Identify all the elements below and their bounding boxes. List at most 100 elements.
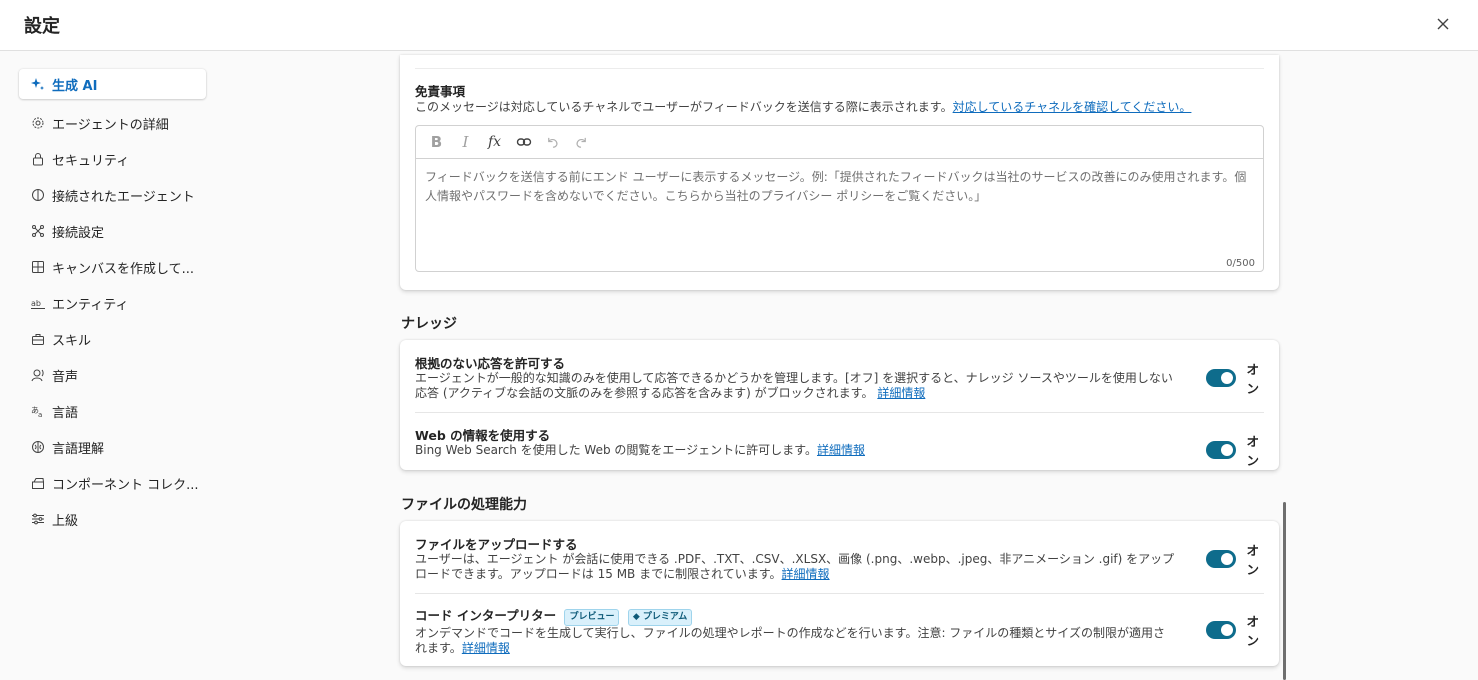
toggle-label: オン — [1246, 434, 1259, 468]
sidebar-item-label: 接続されたエージェント — [52, 189, 195, 205]
section-title-files: ファイルの処理能力 — [401, 497, 527, 513]
sidebar-item-label: キャンバスを作成して... — [52, 261, 195, 277]
setting-title-row: コード インタープリター プレビュー ◆ プレミアム — [415, 605, 693, 626]
voice-icon — [31, 368, 45, 382]
sidebar-item-connected-agents[interactable]: 接続されたエージェント — [19, 177, 206, 213]
sidebar-item-label: コンポーネント コレク... — [52, 477, 199, 493]
page-title: 設定 — [24, 16, 60, 37]
toggle-label: オン — [1246, 362, 1259, 396]
sidebar-item-component-collections[interactable]: コンポーネント コレク... — [19, 465, 206, 501]
setting-description-text: エージェントが一般的な知識のみを使用して応答できるかどうかを管理します。[オフ]… — [415, 371, 1173, 400]
link-icon[interactable] — [509, 130, 538, 154]
setting-description: ユーザーは、エージェント が会話に使用できる .PDF、.TXT、.CSV、.X… — [415, 552, 1175, 582]
lock-icon — [31, 152, 45, 166]
disclaimer-description: このメッセージは対応しているチャネルでユーザーがフィードバックを送信する際に表示… — [415, 100, 1264, 115]
sidebar-item-label: 言語 — [52, 405, 79, 421]
sidebar-item-label: エンティティ — [52, 297, 129, 313]
sidebar-item-label: 接続設定 — [52, 225, 105, 241]
divider — [415, 593, 1264, 594]
scrollbar[interactable] — [1283, 502, 1286, 680]
bold-icon[interactable]: B — [422, 130, 451, 154]
sidebar-item-skills[interactable]: スキル — [19, 321, 206, 357]
connection-icon — [31, 224, 45, 238]
diamond-icon: ◆ — [632, 612, 640, 622]
sidebar-item-entities[interactable]: ab エンティティ — [19, 285, 206, 321]
editor-toolbar: B I fx — [416, 126, 1263, 159]
upload-toggle[interactable]: オン — [1206, 540, 1267, 578]
sidebar-item-label: 上級 — [52, 513, 79, 529]
toggle-label: オン — [1246, 614, 1259, 648]
sidebar-item-label: エージェントの詳細 — [52, 117, 169, 133]
character-counter: 0/500 — [1226, 258, 1255, 269]
sidebar-item-label: スキル — [52, 333, 92, 349]
divider — [415, 68, 1264, 69]
sidebar-item-canvas[interactable]: キャンバスを作成して... — [19, 249, 206, 285]
disclaimer-title: 免責事項 — [415, 84, 466, 99]
undo-icon[interactable] — [538, 130, 567, 154]
sidebar-item-label: 生成 AI — [52, 78, 98, 94]
files-card: ファイルをアップロードする ユーザーは、エージェント が会話に使用できる .PD… — [400, 521, 1279, 666]
sidebar-item-connection-settings[interactable]: 接続設定 — [19, 213, 206, 249]
box-icon — [31, 476, 45, 490]
entity-icon: ab — [31, 296, 45, 310]
learn-more-link[interactable]: 詳細情報 — [817, 443, 865, 457]
learn-more-link[interactable]: 詳細情報 — [462, 641, 510, 655]
sidebar-item-generative-ai[interactable]: 生成 AI — [19, 69, 206, 99]
premium-badge: ◆ プレミアム — [627, 609, 693, 626]
italic-icon[interactable]: I — [451, 130, 480, 154]
toggle-switch[interactable] — [1206, 550, 1237, 568]
toggle-switch[interactable] — [1206, 621, 1237, 639]
sidebar-item-agent-details[interactable]: エージェントの詳細 — [19, 105, 206, 141]
brain-icon — [31, 440, 45, 454]
sidebar-item-label: 言語理解 — [52, 441, 105, 457]
sidebar-item-advanced[interactable]: 上級 — [19, 501, 206, 537]
setting-description: Bing Web Search を使用した Web の閲覧をエージェントに許可し… — [415, 443, 1175, 458]
learn-more-link[interactable]: 詳細情報 — [877, 386, 925, 400]
disclaimer-card: 免責事項 このメッセージは対応しているチャネルでユーザーがフィードバックを送信す… — [400, 55, 1279, 290]
sidebar-item-voice[interactable]: 音声 — [19, 357, 206, 393]
setting-title: コード インタープリター — [415, 608, 557, 623]
translate-icon: あa — [31, 404, 45, 418]
supported-channels-link[interactable]: 対応しているチャネルを確認してください。 — [953, 100, 1192, 114]
preview-badge: プレビュー — [564, 609, 620, 626]
dialog-header: 設定 — [0, 0, 1478, 51]
toggle-label: オン — [1246, 543, 1259, 577]
grid-icon — [31, 260, 45, 274]
svg-text:a: a — [38, 411, 42, 418]
toggle-switch[interactable] — [1206, 441, 1237, 459]
setting-title: Web の情報を使用する — [415, 428, 551, 443]
setting-title: ファイルをアップロードする — [415, 537, 578, 552]
toggle-switch[interactable] — [1206, 369, 1237, 387]
connected-agent-icon — [31, 188, 45, 202]
section-title-knowledge: ナレッジ — [401, 316, 457, 332]
premium-badge-label: プレミアム — [642, 612, 688, 622]
setting-description-text: オンデマンドでコードを生成して実行し、ファイルの処理やレポートの作成などを行いま… — [415, 626, 1165, 655]
sidebar-item-label: セキュリティ — [52, 153, 130, 169]
svg-text:ab: ab — [31, 299, 41, 308]
sidebar-item-language[interactable]: あa 言語 — [19, 393, 206, 429]
ungrounded-toggle[interactable]: オン — [1206, 359, 1267, 397]
sliders-icon — [31, 512, 45, 526]
setting-description: エージェントが一般的な知識のみを使用して応答できるかどうかを管理します。[オフ]… — [415, 371, 1175, 401]
sparkle-icon — [31, 77, 45, 91]
knowledge-card: 根拠のない応答を許可する エージェントが一般的な知識のみを使用して応答できるかど… — [400, 340, 1279, 470]
setting-description: オンデマンドでコードを生成して実行し、ファイルの処理やレポートの作成などを行いま… — [415, 626, 1175, 656]
divider — [415, 412, 1264, 413]
setting-title: 根拠のない応答を許可する — [415, 356, 566, 371]
disclaimer-description-text: このメッセージは対応しているチャネルでユーザーがフィードバックを送信する際に表示… — [415, 100, 953, 114]
learn-more-link[interactable]: 詳細情報 — [782, 567, 830, 581]
redo-icon[interactable] — [567, 130, 596, 154]
formula-icon[interactable]: fx — [480, 130, 509, 154]
sidebar-item-language-understanding[interactable]: 言語理解 — [19, 429, 206, 465]
sidebar-item-security[interactable]: セキュリティ — [19, 141, 206, 177]
toolbox-icon — [31, 332, 45, 346]
close-icon[interactable] — [1433, 14, 1453, 34]
setting-description-text: Bing Web Search を使用した Web の閲覧をエージェントに許可し… — [415, 443, 817, 457]
disclaimer-editor[interactable]: B I fx フィードバックを送信する前にエンド ユーザーに表示するメッセージ。… — [415, 125, 1264, 272]
sidebar-item-label: 音声 — [52, 369, 79, 385]
settings-sidebar: 生成 AI エージェントの詳細 セキュリティ 接続されたエージェント 接続設定 … — [19, 69, 206, 537]
web-toggle[interactable]: オン — [1206, 431, 1267, 469]
gear-icon — [31, 116, 45, 130]
code-interpreter-toggle[interactable]: オン — [1206, 611, 1267, 649]
editor-placeholder: フィードバックを送信する前にエンド ユーザーに表示するメッセージ。例:「提供され… — [425, 170, 1247, 203]
